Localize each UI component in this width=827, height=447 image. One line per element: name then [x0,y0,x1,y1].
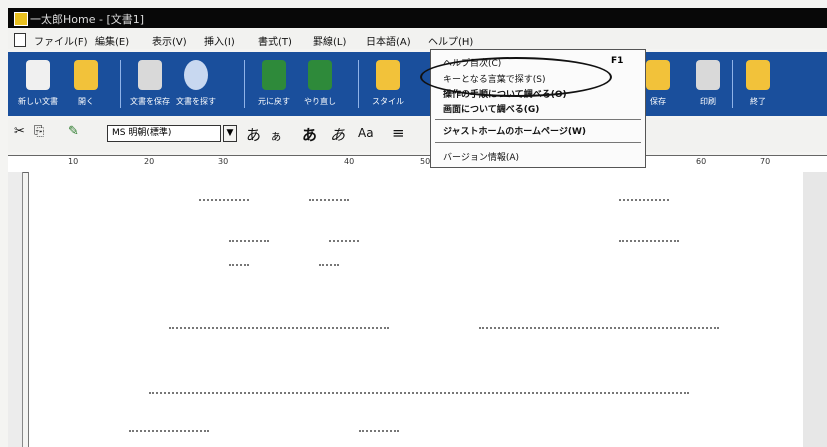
save-disk-icon [138,60,162,90]
undo-arrow-icon [262,60,286,90]
save-folder-icon [646,60,670,90]
print-icon [696,60,720,90]
exit-label: 終了 [750,97,766,106]
font-name-field[interactable]: MS 明朝(標準) [107,125,221,142]
redo-button[interactable]: やり直し [300,58,340,110]
align-center-icon[interactable]: ≡ [392,124,405,142]
text-line [229,264,249,267]
scissors-icon[interactable]: ✂ [14,124,25,139]
text-line [309,199,349,202]
style-label: スタイル [372,97,404,106]
menu-file[interactable]: ファイル(F) [34,33,88,48]
save-document-button[interactable]: 文書を保存 [130,58,170,110]
italic-button[interactable]: あ [330,124,345,145]
main-toolbar: 新しい文書 開く 文書を保存 文書を探す 元に戻す やり直し スタイル 保存 印… [8,52,827,116]
new-document-label: 新しい文書 [18,97,58,106]
ruler-number: 60 [696,157,707,166]
window-title: 一太郎Home - [文書1] [30,13,145,26]
menu-insert[interactable]: 挿入(I) [204,33,235,48]
bold-button[interactable]: あ [302,124,317,145]
text-line [359,430,399,433]
title-bar: 一太郎Home - [文書1] [8,8,827,28]
open-folder-icon [74,60,98,90]
homepage-item[interactable]: ジャストホームのホームページ(W) [443,124,586,137]
highlight-circle [420,57,612,97]
character-style-button[interactable]: Aa [358,126,374,140]
open-label: 開く [78,97,94,106]
document-area[interactable] [28,172,804,447]
text-line [619,199,669,202]
format-toolbar: ✂ ⎘ ✎ MS 明朝(標準) ▼ あ ぁ あ あ Aa ≡ [8,118,827,152]
exit-button[interactable]: 終了 [738,58,778,110]
text-line [329,240,359,243]
toolbar-separator [732,60,733,108]
save-document-label: 文書を保存 [130,97,170,106]
font-size-down-button[interactable]: ぁ [270,127,282,144]
style-button[interactable]: スタイル [368,58,408,110]
help-contents-shortcut: F1 [611,56,624,66]
undo-label: 元に戻す [258,97,290,106]
open-button[interactable]: 開く [66,58,106,110]
ruler-number: 50 [420,157,431,166]
text-line [619,240,679,243]
new-document-button[interactable]: 新しい文書 [18,58,58,110]
menu-separator [435,142,641,143]
copy-icon[interactable]: ⎘ [34,124,44,139]
text-line [319,264,339,267]
ruler-number: 40 [344,157,355,166]
document-icon[interactable] [14,33,26,47]
menu-edit[interactable]: 編集(E) [95,33,129,48]
ruler: 10 20 30 40 50 60 70 [8,155,827,173]
toolbar-separator [244,60,245,108]
toolbar-separator [358,60,359,108]
text-line [229,240,269,243]
new-document-icon [26,60,50,90]
chevron-down-icon[interactable]: ▼ [223,125,237,142]
ruler-number: 70 [760,157,771,166]
screen-help-item[interactable]: 画面について調べる(G) [443,102,539,115]
vertical-ruler [8,172,23,447]
pen-icon[interactable]: ✎ [68,124,79,139]
menu-separator [435,119,641,120]
ruler-number: 10 [68,157,79,166]
menu-japanese[interactable]: 日本語(A) [366,33,411,48]
app-icon [14,12,28,26]
text-line [129,430,209,433]
search-document-button[interactable]: 文書を探す [176,58,216,110]
text-line [479,327,719,330]
version-info-item[interactable]: バージョン情報(A) [443,150,519,163]
vertical-scrollbar[interactable] [803,172,827,447]
search-globe-icon [184,60,208,90]
menu-bar: ファイル(F) 編集(E) 表示(V) 挿入(I) 書式(T) 罫線(L) 日本… [8,29,827,49]
toolbar-separator [120,60,121,108]
text-line [149,392,689,395]
style-book-icon [376,60,400,90]
font-size-up-button[interactable]: あ [246,124,261,145]
menu-help[interactable]: ヘルプ(H) [428,33,473,48]
redo-arrow-icon [308,60,332,90]
redo-label: やり直し [304,97,336,106]
menu-view[interactable]: 表示(V) [152,33,187,48]
ruler-number: 30 [218,157,229,166]
print-button[interactable]: 印刷 [688,58,728,110]
text-line [169,327,389,330]
print-label: 印刷 [700,97,716,106]
menu-format[interactable]: 書式(T) [258,33,292,48]
text-line [199,199,249,202]
exit-door-icon [746,60,770,90]
undo-button[interactable]: 元に戻す [254,58,294,110]
search-document-label: 文書を探す [176,97,216,106]
ruler-number: 20 [144,157,155,166]
menu-ruled-line[interactable]: 罫線(L) [313,33,346,48]
